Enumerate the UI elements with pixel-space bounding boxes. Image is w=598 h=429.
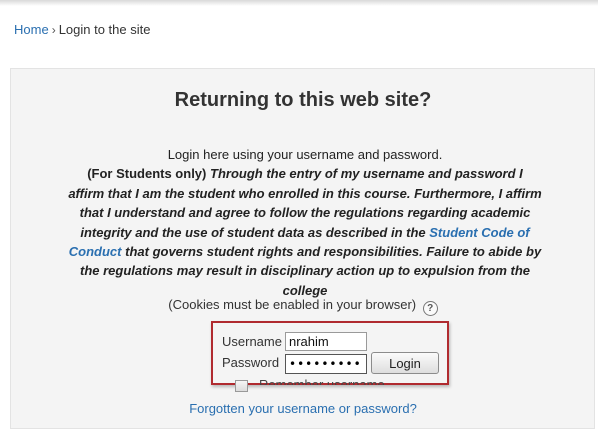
breadcrumb-home-link[interactable]: Home xyxy=(14,22,49,37)
breadcrumb: Home › Login to the site xyxy=(14,22,150,37)
cookies-notice-text: (Cookies must be enabled in your browser… xyxy=(168,297,417,312)
username-input[interactable] xyxy=(285,332,367,351)
forgot-credentials-link[interactable]: Forgotten your username or password? xyxy=(0,401,598,416)
password-label: Password xyxy=(222,355,280,370)
login-description: Login here using your username and passw… xyxy=(68,145,542,300)
integrity-statement-part2: that governs student rights and responsi… xyxy=(79,244,542,298)
login-intro: Login here using your username and passw… xyxy=(167,147,443,162)
username-label: Username xyxy=(222,334,282,349)
breadcrumb-current: Login to the site xyxy=(58,22,151,37)
login-button[interactable]: Login xyxy=(371,352,439,374)
password-input[interactable]: ••••••••• xyxy=(285,354,367,374)
top-divider xyxy=(0,0,598,6)
login-title: Returning to this web site? xyxy=(174,89,432,111)
remember-username-label: Remember username xyxy=(259,377,385,385)
help-icon[interactable]: ? xyxy=(422,301,438,316)
remember-username-text: Remember username xyxy=(259,377,385,385)
breadcrumb-separator: › xyxy=(51,23,56,37)
students-only-label: (For Students only) xyxy=(87,166,207,182)
remember-username-checkbox[interactable] xyxy=(235,380,248,392)
cookies-notice: (Cookies must be enabled in your browser… xyxy=(0,297,598,316)
